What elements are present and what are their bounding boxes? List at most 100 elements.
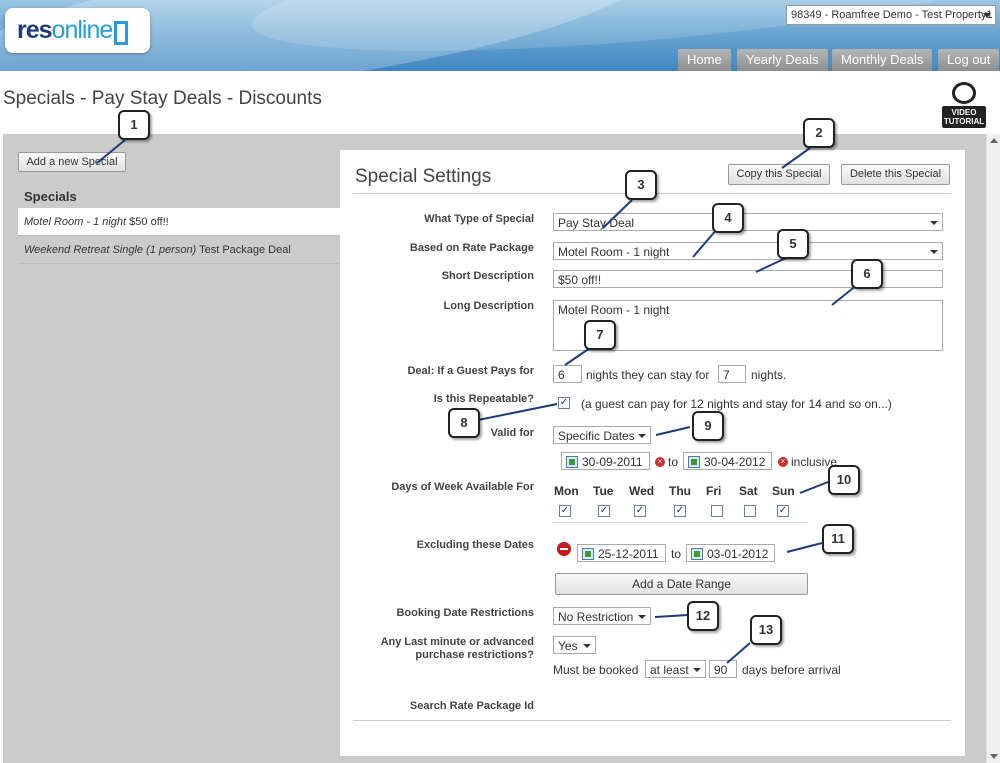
valid-for-value: Specific Dates [558,429,635,443]
pay-nights-input[interactable]: 6 [553,365,582,383]
day-label-mon: Mon [554,484,579,498]
day-checkbox-sun[interactable]: ✓ [777,505,789,517]
day-checkbox-tue[interactable]: ✓ [598,505,610,517]
label-repeatable: Is this Repeatable? [433,393,534,405]
day-checkbox-wed[interactable]: ✓ [634,505,646,517]
video-tutorial-icon[interactable]: VIDEO TUTORIAL [942,82,986,128]
logo-online: online [51,16,114,44]
label-excluding: Excluding these Dates [416,539,534,551]
deal-mid-text: nights they can stay for [586,368,710,382]
chevron-down-icon [583,644,591,648]
exclude-from-date[interactable]: 25-12-2011 [577,544,666,562]
copy-special-button[interactable]: Copy this Special [728,164,830,185]
special-item-desc: $50 off!! [126,216,169,228]
callout-2: 2 [803,118,835,148]
at-least-value: at least [650,663,689,677]
resonline-logo[interactable]: res online [5,8,150,53]
callout-10: 10 [828,465,860,495]
remove-range-icon[interactable] [557,542,571,556]
chevron-down-icon [638,434,646,438]
day-checkbox-mon[interactable]: ✓ [559,505,571,517]
label-lastmin-1: Any Last minute or advanced [380,636,534,648]
day-checkbox-thu[interactable]: ✓ [674,505,686,517]
booking-restriction-select[interactable]: No Restriction [553,607,651,625]
days-underline [553,522,807,523]
add-date-range-button[interactable]: Add a Date Range [555,573,808,595]
divider-bottom [353,720,951,721]
clear-date-icon[interactable]: × [778,457,788,467]
lastmin-select[interactable]: Yes [553,636,596,654]
nav-yearly-deals[interactable]: Yearly Deals [737,49,828,71]
nav-log-out[interactable]: Log out [938,49,1000,71]
exclude-to-value: 03-01-2012 [707,547,769,561]
lastmin-value: Yes [558,639,578,653]
label-lastmin-2: purchase restrictions? [415,649,534,661]
label-days: Days of Week Available For [391,481,534,493]
video-tutorial-label: VIDEO TUTORIAL [942,106,986,128]
exclude-to-date[interactable]: 03-01-2012 [686,544,775,562]
label-rate-package: Based on Rate Package [409,242,534,254]
callout-4: 4 [712,203,744,233]
deal-end-text: nights. [751,368,787,382]
rate-package-value: Motel Room - 1 night [558,245,670,259]
scrollbar[interactable] [986,134,1000,763]
callout-3: 3 [625,170,657,200]
door-icon [114,20,129,45]
rate-package-select[interactable]: Motel Room - 1 night [553,242,943,260]
day-label-thu: Thu [669,484,691,498]
clear-date-icon[interactable]: × [655,457,665,467]
special-item-desc: Test Package Deal [196,244,291,256]
exclude-from-value: 25-12-2011 [598,547,659,561]
stay-nights-input[interactable]: 7 [718,365,746,383]
special-type-value: Pay Stay Deal [558,216,635,230]
property-select[interactable]: 98349 - Roamfree Demo - Test Property1 [786,5,996,25]
scroll-down-icon[interactable] [990,754,998,759]
days-before-input[interactable]: 90 [709,660,737,678]
booking-restriction-value: No Restriction [558,610,634,624]
short-description-input[interactable]: $50 off!! [553,270,943,288]
callout-8: 8 [448,408,480,438]
valid-for-select[interactable]: Specific Dates [553,426,651,444]
label-valid-for: Valid for [490,427,534,439]
special-item-motel-room[interactable]: Motel Room - 1 night $50 off!! [18,208,340,236]
nav-monthly-deals[interactable]: Monthly Deals [832,49,933,71]
callout-13: 13 [750,615,782,645]
scroll-up-icon[interactable] [990,138,998,143]
specials-heading: Specials [24,189,77,204]
callout-12: 12 [687,601,719,631]
page-title: Specials - Pay Stay Deals - Discounts [3,88,322,109]
calendar-icon[interactable] [582,548,594,560]
to-text: to [671,547,682,561]
calendar-icon[interactable] [688,456,700,468]
day-checkbox-fri[interactable] [711,505,723,517]
day-checkbox-sat[interactable] [744,505,756,517]
at-least-select[interactable]: at least [645,660,706,678]
add-new-special-button[interactable]: Add a new Special [18,152,126,172]
valid-to-date[interactable]: 30-04-2012 [683,452,772,470]
must-be-booked-text: Must be booked [553,663,639,677]
label-long-desc: Long Description [443,300,534,312]
calendar-icon[interactable] [691,548,703,560]
day-label-fri: Fri [706,484,722,498]
chevron-down-icon [983,13,991,18]
special-type-select[interactable]: Pay Stay Deal [553,213,943,231]
chevron-down-icon [693,668,701,672]
label-booking: Booking Date Restrictions [396,607,534,619]
valid-from-date[interactable]: 30-09-2011 [561,452,650,470]
special-item-weekend-retreat[interactable]: Weekend Retreat Single (1 person) Test P… [18,236,340,264]
days-before-text: days before arrival [742,663,841,677]
panel-title: Special Settings [355,166,492,187]
day-label-sat: Sat [739,484,758,498]
repeatable-checkbox[interactable]: ✓ [558,397,570,409]
valid-from-value: 30-09-2011 [582,455,643,469]
valid-to-value: 30-04-2012 [704,455,766,469]
label-type: What Type of Special [424,213,534,225]
delete-special-button[interactable]: Delete this Special [841,164,950,185]
day-label-tue: Tue [593,484,614,498]
day-label-wed: Wed [629,484,655,498]
calendar-icon[interactable] [566,456,578,468]
nav-home[interactable]: Home [678,49,731,71]
special-item-name: Motel Room - 1 night [24,216,127,228]
label-search: Search Rate Package Id [409,700,534,712]
callout-5: 5 [777,229,809,259]
